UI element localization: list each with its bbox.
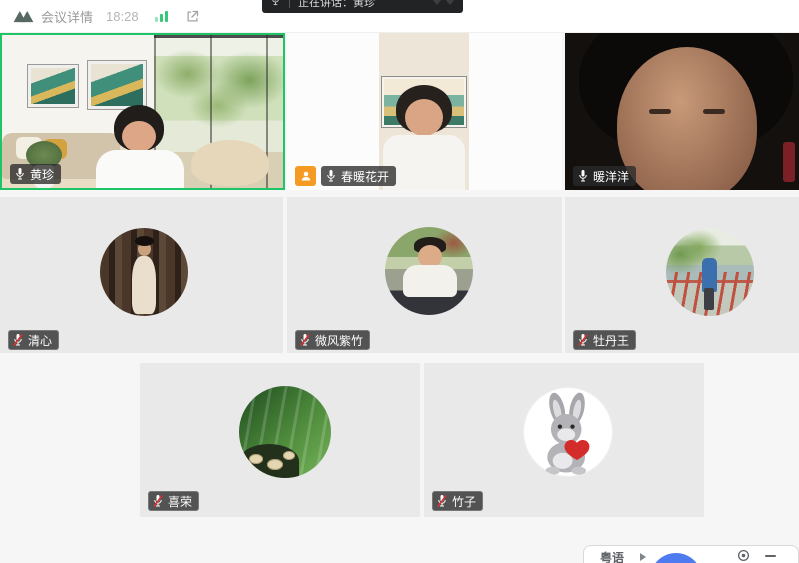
collapse-icon[interactable]	[432, 0, 455, 5]
meeting-time: 18:28	[106, 9, 139, 24]
ime-language[interactable]: 粤语	[600, 549, 624, 563]
costume-portrait-avatar	[100, 228, 188, 316]
video-tile-huangzhen[interactable]: 黄珍	[0, 33, 285, 190]
participant-name: 牡丹王	[593, 332, 629, 349]
avatar-tile-weifengzizhu[interactable]: 微风紫竹	[287, 197, 562, 353]
bamboo-tea-avatar	[239, 386, 331, 478]
mic-muted-icon	[152, 494, 164, 508]
name-badge: 暖洋洋	[573, 166, 636, 186]
mic-muted-icon	[12, 333, 24, 347]
mic-muted-icon	[577, 333, 589, 347]
signal-bars-icon	[154, 9, 170, 23]
speaking-banner[interactable]: 正在讲话：黄珍	[262, 0, 463, 13]
host-badge-icon	[295, 166, 316, 186]
speaker-icon	[270, 0, 281, 12]
mic-on-icon	[577, 169, 589, 183]
open-external-icon[interactable]	[185, 9, 200, 24]
avatar-tile-qingxin[interactable]: 清心	[0, 197, 283, 353]
name-badge: 竹子	[432, 491, 483, 511]
avatar-tile-zhuzi[interactable]: 竹子	[424, 363, 704, 517]
name-badge: 牡丹王	[573, 330, 636, 350]
mic-on-icon	[14, 167, 26, 181]
name-badge: 春暖花开	[321, 166, 396, 186]
mic-on-icon	[325, 169, 337, 183]
participant-name: 竹子	[452, 493, 476, 510]
participant-name: 暖洋洋	[593, 168, 629, 185]
voice-input-icon[interactable]	[650, 553, 702, 563]
participant-name: 黄珍	[30, 166, 54, 183]
gear-icon[interactable]	[737, 549, 750, 563]
meeting-window: 会议详情 18:28 正在讲话：黄珍	[0, 0, 799, 563]
video-tile-chunnuanhuakai[interactable]: 春暖花开	[287, 33, 562, 190]
rabbit-heart-avatar	[523, 387, 613, 477]
meeting-details-button[interactable]: 会议详情	[41, 7, 93, 26]
name-badge: 黄珍	[10, 164, 61, 184]
mic-muted-icon	[299, 333, 311, 347]
participant-name: 清心	[28, 332, 52, 349]
avatar-tile-mudanwang[interactable]: 牡丹王	[565, 197, 799, 353]
triangle-right-icon[interactable]	[640, 553, 646, 561]
bridge-portrait-avatar	[666, 228, 754, 316]
mic-muted-icon	[436, 494, 448, 508]
divider	[289, 0, 290, 8]
participant-name: 春暖花开	[341, 168, 389, 185]
name-badge: 清心	[8, 330, 59, 350]
garden-portrait-avatar	[385, 227, 473, 315]
meeting-logo-icon	[13, 9, 34, 23]
ime-toolbar[interactable]: 粤语	[583, 545, 799, 563]
speaking-text: 正在讲话：黄珍	[298, 0, 375, 10]
minimize-icon[interactable]	[765, 555, 776, 557]
name-badge: 微风紫竹	[295, 330, 370, 350]
name-badge: 喜荣	[148, 491, 199, 511]
avatar-tile-xirong[interactable]: 喜荣	[140, 363, 420, 517]
video-tile-nuanyangyang[interactable]: 暖洋洋	[565, 33, 799, 190]
participant-name: 微风紫竹	[315, 332, 363, 349]
participant-name: 喜荣	[168, 493, 192, 510]
